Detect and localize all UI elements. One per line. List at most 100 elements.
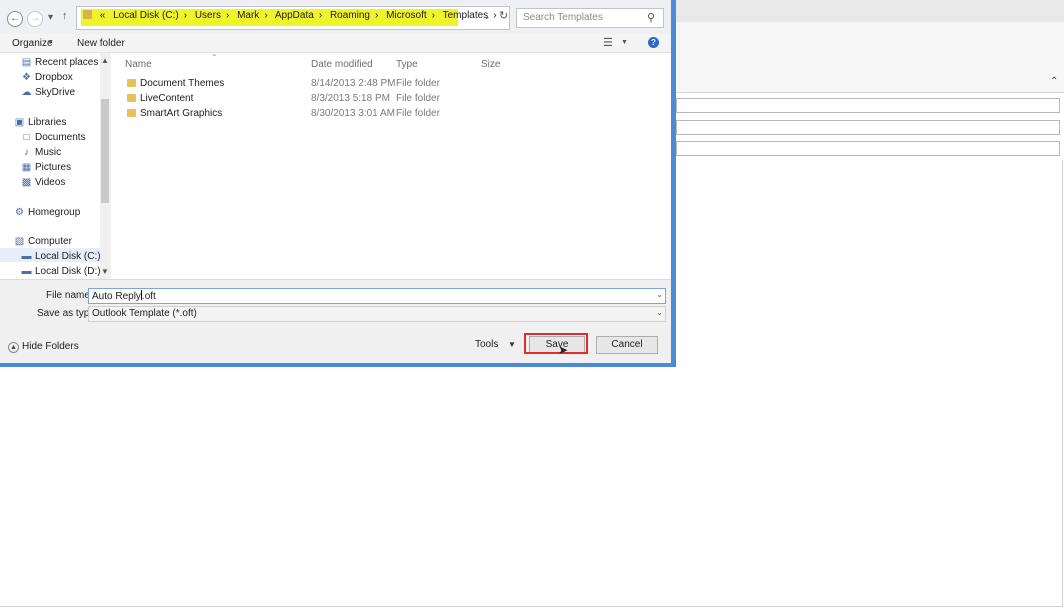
nav-item-recent-places[interactable]: ▤ Recent places <box>21 57 99 68</box>
breadcrumb-appdata[interactable]: AppData <box>275 10 314 21</box>
sort-indicator-icon: ⌃ <box>211 53 218 62</box>
file-name-input[interactable]: Auto Reply.oft ⌄ <box>88 288 666 304</box>
nav-scroll-thumb[interactable] <box>101 99 109 203</box>
help-icon[interactable]: ? <box>648 37 659 48</box>
tools-dropdown-icon[interactable]: ▼ <box>508 340 516 349</box>
nav-item-homegroup[interactable]: ⚙ Homegroup <box>14 207 80 218</box>
nav-item-label: SkyDrive <box>35 87 76 98</box>
ribbon-collapse-icon[interactable]: ⌃ <box>1050 76 1058 87</box>
nav-item-documents[interactable]: □ Documents <box>21 132 86 143</box>
breadcrumb-templates[interactable]: Templates <box>443 10 489 21</box>
address-bar[interactable]: « Local Disk (C:) › Users › Mark › AppData ›… <box>76 6 510 30</box>
breadcrumb-separator: › <box>183 10 188 21</box>
tools-menu[interactable]: Tools <box>475 339 498 350</box>
breadcrumb: « Local Disk (C:) › Users › Mark › AppData ›… <box>83 10 502 21</box>
file-type: File folder <box>396 93 440 104</box>
nav-item-music[interactable]: ♪ Music <box>21 147 61 158</box>
scroll-down-icon[interactable]: ▼ <box>100 267 110 276</box>
cc-field[interactable] <box>676 120 1060 135</box>
mouse-cursor-icon: ➤ <box>558 343 569 357</box>
hide-folders-button[interactable]: ▲ Hide Folders <box>8 341 79 353</box>
file-name: SmartArt Graphics <box>140 108 223 119</box>
breadcrumb-separator: › <box>225 10 230 21</box>
cancel-button[interactable]: Cancel <box>596 336 658 354</box>
file-date: 8/3/2013 5:18 PM <box>311 93 390 104</box>
save-as-dialog-content: ← → ▾ ↑ « Local Disk (C:) › Users › Mark › … <box>0 0 671 363</box>
breadcrumb-separator: › <box>431 10 435 21</box>
subject-field[interactable] <box>676 141 1060 156</box>
nav-item-label: Computer <box>28 236 72 247</box>
nav-item-videos[interactable]: ▩ Videos <box>21 177 66 188</box>
breadcrumb-mark[interactable]: Mark <box>237 10 259 21</box>
save-button-highlight <box>524 333 588 354</box>
search-icon[interactable]: ⚲ <box>647 11 655 24</box>
breadcrumb-users[interactable]: Users <box>195 10 221 21</box>
hide-folders-label: Hide Folders <box>22 341 79 352</box>
search-placeholder: Search Templates <box>523 12 603 23</box>
skydrive-icon: ☁ <box>21 87 32 98</box>
breadcrumb-separator: « <box>99 10 106 21</box>
folder-icon <box>127 79 136 87</box>
pictures-icon: ▦ <box>21 162 32 173</box>
breadcrumb-roaming[interactable]: Roaming <box>330 10 370 21</box>
breadcrumb-local-disk[interactable]: Local Disk (C:) <box>113 10 179 21</box>
nav-scrollbar[interactable]: ▲ ▼ <box>100 53 110 279</box>
nav-item-label: Documents <box>35 132 86 143</box>
file-name: Document Themes <box>140 78 225 89</box>
address-dropdown-icon[interactable]: ⌄ <box>483 11 491 22</box>
breadcrumb-separator: › <box>264 10 268 21</box>
to-field[interactable] <box>676 98 1060 113</box>
scroll-up-icon[interactable]: ▲ <box>100 56 110 65</box>
column-header-name[interactable]: Name <box>125 59 152 70</box>
column-header-type[interactable]: Type <box>396 59 418 70</box>
file-row[interactable]: Document Themes 8/14/2013 2:48 PM File f… <box>111 76 671 91</box>
file-type: File folder <box>396 78 440 89</box>
new-folder-button[interactable]: New folder <box>77 38 125 49</box>
file-row[interactable]: LiveContent 8/3/2013 5:18 PM File folder <box>111 91 671 106</box>
save-as-type-value: Outlook Template (*.oft) <box>92 308 197 319</box>
nav-item-local-disk-c[interactable]: ▬ Local Disk (C:) <box>21 251 101 262</box>
search-input[interactable]: Search Templates ⚲ <box>516 8 664 28</box>
dropbox-icon: ❖ <box>22 72 31 83</box>
file-type: File folder <box>396 108 440 119</box>
nav-item-label: Homegroup <box>28 207 81 218</box>
view-options-icon[interactable]: ☰ <box>603 36 613 49</box>
nav-item-computer[interactable]: ▧ Computer <box>14 236 72 247</box>
libraries-icon: ▣ <box>14 117 25 128</box>
file-name-value: Auto Reply.oft <box>92 290 156 302</box>
recent-locations-icon[interactable]: ▾ <box>48 12 53 23</box>
nav-item-pictures[interactable]: ▦ Pictures <box>21 162 71 173</box>
breadcrumb-separator: › <box>374 10 379 21</box>
forward-icon[interactable]: → <box>27 11 43 27</box>
save-options-panel: File name: Auto Reply.oft ⌄ Save as type… <box>0 279 671 363</box>
up-folder-icon[interactable]: ↑ <box>62 10 68 22</box>
column-header-date-modified[interactable]: Date modified <box>311 59 373 70</box>
folder-icon <box>127 109 136 117</box>
column-header-size[interactable]: Size <box>481 59 500 70</box>
nav-item-dropbox[interactable]: ❖ Dropbox <box>21 72 73 83</box>
back-icon[interactable]: ← <box>7 11 23 27</box>
view-dropdown-icon[interactable]: ▼ <box>621 39 628 46</box>
nav-item-local-disk-d[interactable]: ▬ Local Disk (D:) <box>21 266 101 277</box>
file-list: ⌃ Name Date modified Type Size Document … <box>111 53 671 279</box>
file-date: 8/14/2013 2:48 PM <box>311 78 396 89</box>
file-row[interactable]: SmartArt Graphics 8/30/2013 3:01 AM File… <box>111 106 671 121</box>
command-bar: Organize ▼ New folder ☰ ▼ ? <box>0 34 671 53</box>
file-name-dropdown-icon[interactable]: ⌄ <box>656 290 663 299</box>
nav-item-skydrive[interactable]: ☁ SkyDrive <box>21 87 76 98</box>
videos-icon: ▩ <box>21 177 32 188</box>
breadcrumb-microsoft[interactable]: Microsoft <box>386 10 427 21</box>
save-as-dialog: ← → ▾ ↑ « Local Disk (C:) › Users › Mark › … <box>0 0 676 367</box>
file-name-text-after-caret: .oft <box>141 291 156 302</box>
save-as-type-select[interactable]: Outlook Template (*.oft) ⌄ <box>88 306 666 322</box>
nav-item-libraries[interactable]: ▣ Libraries <box>14 117 67 128</box>
save-as-type-dropdown-icon[interactable]: ⌄ <box>656 308 663 317</box>
refresh-icon[interactable]: ↻ <box>499 9 508 22</box>
nav-item-label: Videos <box>35 177 66 188</box>
computer-icon: ▧ <box>14 236 25 247</box>
drive-icon: ▬ <box>21 266 32 277</box>
nav-item-label: Pictures <box>35 162 72 173</box>
nav-item-label: Local Disk (D:) <box>35 266 101 277</box>
documents-icon: □ <box>23 132 30 143</box>
file-name-label: File name: <box>46 290 93 301</box>
